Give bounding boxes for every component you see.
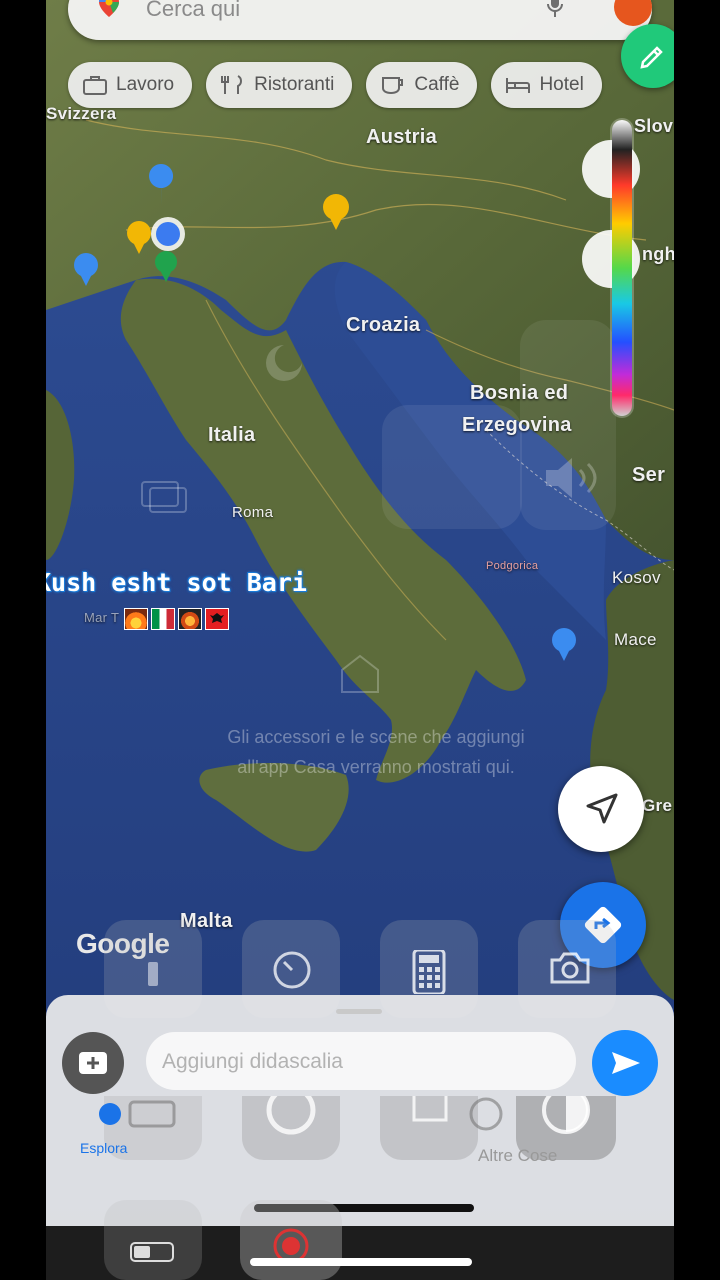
tabbar-ghost-icons — [99, 1096, 616, 1160]
map-label-croazia: Croazia — [346, 314, 421, 336]
battery-icon — [130, 1242, 174, 1262]
color-picker-slider[interactable] — [612, 120, 632, 416]
albania-flag-icon — [205, 608, 229, 630]
screen: Svizzera Austria Slov ngh Croazia Bosnia… — [46, 0, 674, 1280]
map-label-bosnia-line2: Erzegovina — [462, 414, 572, 436]
pencil-icon — [640, 46, 663, 69]
add-photo-icon — [79, 1052, 107, 1074]
home-indicator[interactable] — [250, 1258, 472, 1266]
map-label-bosnia-line1: Bosnia ed — [470, 382, 569, 404]
send-arrow-icon — [612, 1052, 640, 1074]
coffee-cup-icon — [382, 77, 404, 95]
flag-emojis — [124, 608, 229, 630]
story-caption[interactable]: Kush esht sot Bari — [46, 568, 456, 630]
map-label-podgorica: Podgorica — [486, 560, 539, 572]
tab-more[interactable]: Altre Cose — [478, 1146, 557, 1166]
chip-lavoro[interactable]: Lavoro — [68, 62, 193, 108]
tab-explore[interactable]: Esplora — [80, 1140, 127, 1156]
caption-placeholder: Aggiungi didascalia — [162, 1050, 343, 1073]
chip-ristoranti[interactable]: Ristoranti — [206, 62, 353, 108]
chip-caffe[interactable]: Caffè — [366, 62, 478, 108]
google-maps-pin-icon — [99, 0, 119, 17]
chip-label: Ristoranti — [254, 74, 335, 95]
search-input[interactable]: Cerca qui — [146, 0, 240, 22]
home-app-placeholder-text: Gli accessori e le scene che aggiungi al… — [176, 722, 576, 782]
overlay-line-1: Gli accessori e le scene che aggiungi — [227, 727, 525, 747]
chip-label: Caffè — [414, 74, 460, 95]
my-location-button[interactable] — [558, 766, 644, 852]
map-label-macedonia: Mace — [614, 630, 657, 649]
send-button[interactable] — [592, 1030, 658, 1096]
map-label-mar-tirreno: Mar T — [84, 610, 120, 625]
fork-knife-icon — [221, 75, 243, 94]
map-label-slov: Slov — [634, 116, 674, 136]
map-label-roma: Roma — [232, 504, 274, 521]
camera-icon — [550, 952, 590, 984]
search-bar[interactable]: Cerca qui — [68, 0, 652, 40]
map-label-austria: Austria — [366, 126, 438, 148]
category-chips: Lavoro Ristoranti Caffè Hotel — [68, 62, 602, 108]
calculator-icon — [412, 950, 446, 994]
chip-label: Hotel — [539, 74, 584, 95]
timer-icon — [273, 951, 311, 989]
map-label-italia: Italia — [208, 424, 256, 446]
overlay-line-2: all'app Casa verranno mostrati qui. — [237, 757, 515, 777]
chip-hotel[interactable]: Hotel — [491, 62, 602, 108]
caption-bar: Aggiungi didascalia — [62, 1030, 658, 1096]
screen-record-tile[interactable] — [240, 1200, 342, 1280]
navigation-arrow-icon — [586, 793, 618, 824]
briefcase-icon — [83, 76, 107, 95]
microphone-icon[interactable] — [546, 0, 564, 18]
caption-text: Kush esht sot Bari — [46, 568, 307, 597]
map-label-ungheria: ngh — [642, 244, 674, 264]
flashlight-icon — [148, 962, 158, 986]
bed-icon — [506, 78, 531, 93]
volcano-emoji-icon — [124, 608, 148, 630]
maps-tab-bar: Esplora Altre Cose — [46, 1096, 674, 1174]
account-avatar[interactable] — [614, 0, 652, 26]
eruption-emoji-icon — [178, 608, 202, 630]
caption-input[interactable]: Aggiungi didascalia — [146, 1032, 576, 1090]
map-label-grecia: Gre — [642, 796, 673, 815]
sheet-handle[interactable] — [336, 1009, 382, 1014]
low-power-tile[interactable] — [104, 1200, 202, 1280]
map-label-serbia: Ser — [632, 464, 666, 486]
add-media-button[interactable] — [62, 1032, 124, 1094]
italy-flag-icon — [151, 608, 175, 630]
chip-label: Lavoro — [116, 74, 175, 95]
current-location-dot — [151, 217, 185, 251]
map-label-kosovo: Kosov — [612, 568, 661, 587]
